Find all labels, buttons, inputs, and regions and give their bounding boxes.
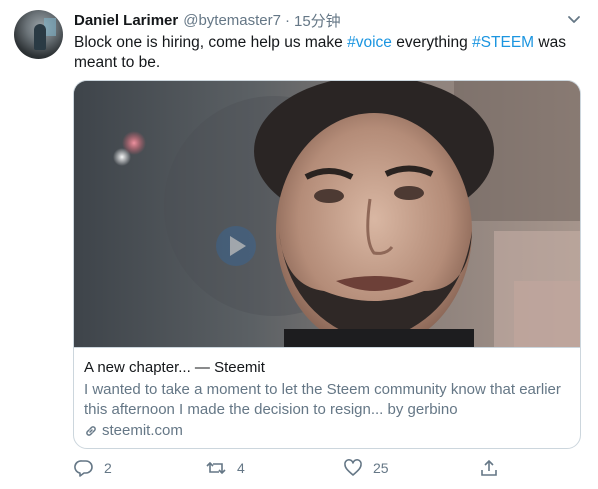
card-domain-text: steemit.com	[102, 422, 183, 439]
reply-button[interactable]: 2	[74, 458, 112, 478]
tweet-text-part: Block one is hiring, come help us make	[74, 34, 348, 51]
card-image[interactable]	[74, 81, 580, 347]
share-icon	[481, 459, 497, 476]
card-domain: steemit.com	[84, 421, 572, 441]
separator-dot: ·	[284, 11, 290, 29]
reply-count: 2	[104, 460, 112, 476]
like-button[interactable]: 25	[343, 458, 389, 478]
action-bar: 2 4 25	[0, 458, 598, 480]
tweet-text-part: everything	[391, 34, 473, 51]
author-name[interactable]: Daniel Larimer	[74, 12, 178, 29]
share-button[interactable]	[479, 458, 499, 478]
reply-icon	[74, 460, 93, 477]
tweet-text: Block one is hiring, come help us make #…	[74, 33, 584, 73]
hashtag-link[interactable]: #STEEM	[472, 34, 534, 51]
card-meta[interactable]: A new chapter... — Steemit I wanted to t…	[74, 347, 580, 448]
avatar-figure	[34, 24, 46, 50]
retweet-icon	[206, 461, 226, 475]
chevron-down-icon[interactable]	[565, 10, 583, 28]
link-icon	[86, 426, 96, 436]
hashtag-link[interactable]: #voice	[347, 34, 392, 51]
author-handle[interactable]: @bytemaster7	[183, 12, 281, 29]
retweet-button[interactable]: 4	[205, 458, 245, 478]
tweet-header: Daniel Larimer @bytemaster7 · 15分钟	[74, 10, 341, 30]
link-card[interactable]: A new chapter... — Steemit I wanted to t…	[73, 80, 581, 449]
avatar[interactable]	[14, 10, 63, 59]
card-title: A new chapter... — Steemit	[84, 359, 265, 376]
tweet[interactable]: Daniel Larimer @bytemaster7 · 15分钟 Block…	[0, 0, 598, 489]
retweet-count: 4	[237, 460, 245, 476]
heart-icon	[344, 459, 362, 476]
timestamp[interactable]: 15分钟	[294, 10, 341, 31]
watermark-logo	[216, 226, 256, 266]
like-count: 25	[373, 460, 389, 476]
card-description: I wanted to take a moment to let the Ste…	[84, 381, 561, 418]
